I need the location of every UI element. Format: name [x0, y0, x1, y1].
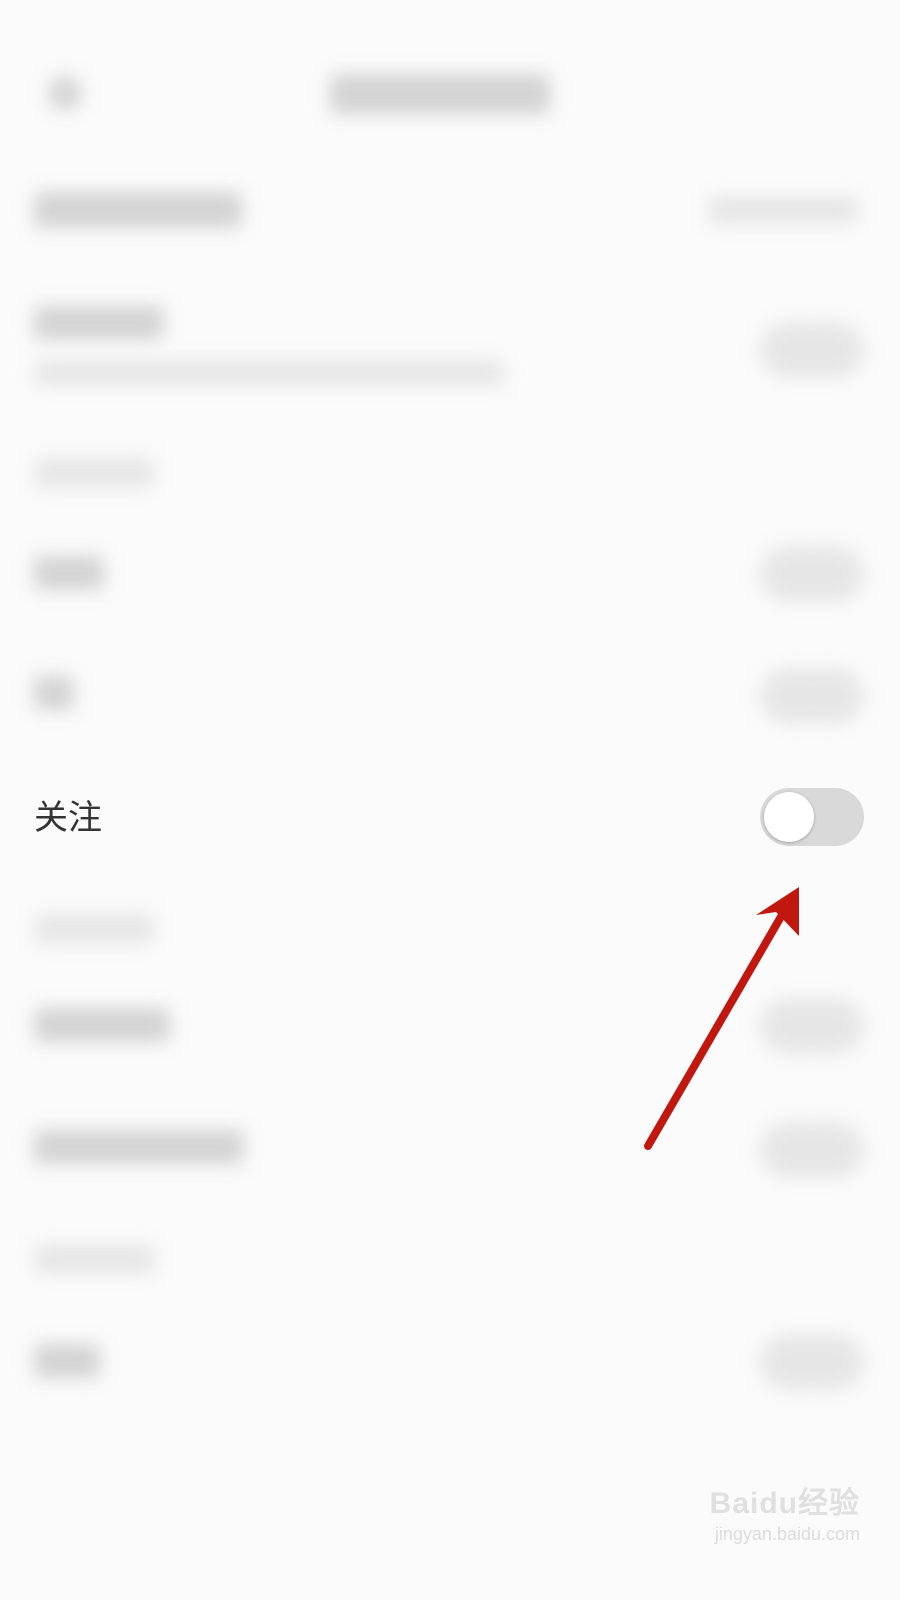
blurred-section-header [34, 1244, 154, 1274]
blurred-section-header [34, 914, 154, 944]
blurred-row-value [708, 196, 858, 224]
blurred-toggle[interactable] [760, 668, 864, 724]
blurred-section-header [34, 458, 154, 488]
follow-toggle[interactable] [760, 788, 864, 846]
arrow-head [756, 887, 799, 936]
blurred-row-label [34, 1130, 244, 1164]
blurred-toggle[interactable] [760, 1122, 864, 1178]
watermark: Baidu经验 jingyan.baidu.com [680, 1486, 860, 1576]
blurred-row-label [34, 676, 74, 710]
blurred-row-label [34, 306, 164, 340]
blurred-row-label [34, 192, 242, 228]
follow-setting-row: 关注 [0, 770, 900, 866]
blurred-row-label [34, 1344, 100, 1378]
back-icon[interactable] [48, 76, 82, 110]
blurred-toggle[interactable] [760, 998, 864, 1054]
toggle-knob [764, 792, 814, 842]
watermark-url: jingyan.baidu.com [714, 1524, 860, 1544]
follow-label: 关注 [34, 798, 102, 838]
blurred-row-label [34, 556, 104, 590]
blurred-row-description [34, 360, 504, 386]
blurred-toggle[interactable] [760, 1334, 864, 1390]
page-title [330, 74, 550, 114]
blurred-toggle[interactable] [760, 322, 864, 378]
blurred-row-label [34, 1008, 170, 1042]
watermark-brand: Baidu经验 [709, 1487, 860, 1520]
blurred-toggle[interactable] [760, 546, 864, 602]
